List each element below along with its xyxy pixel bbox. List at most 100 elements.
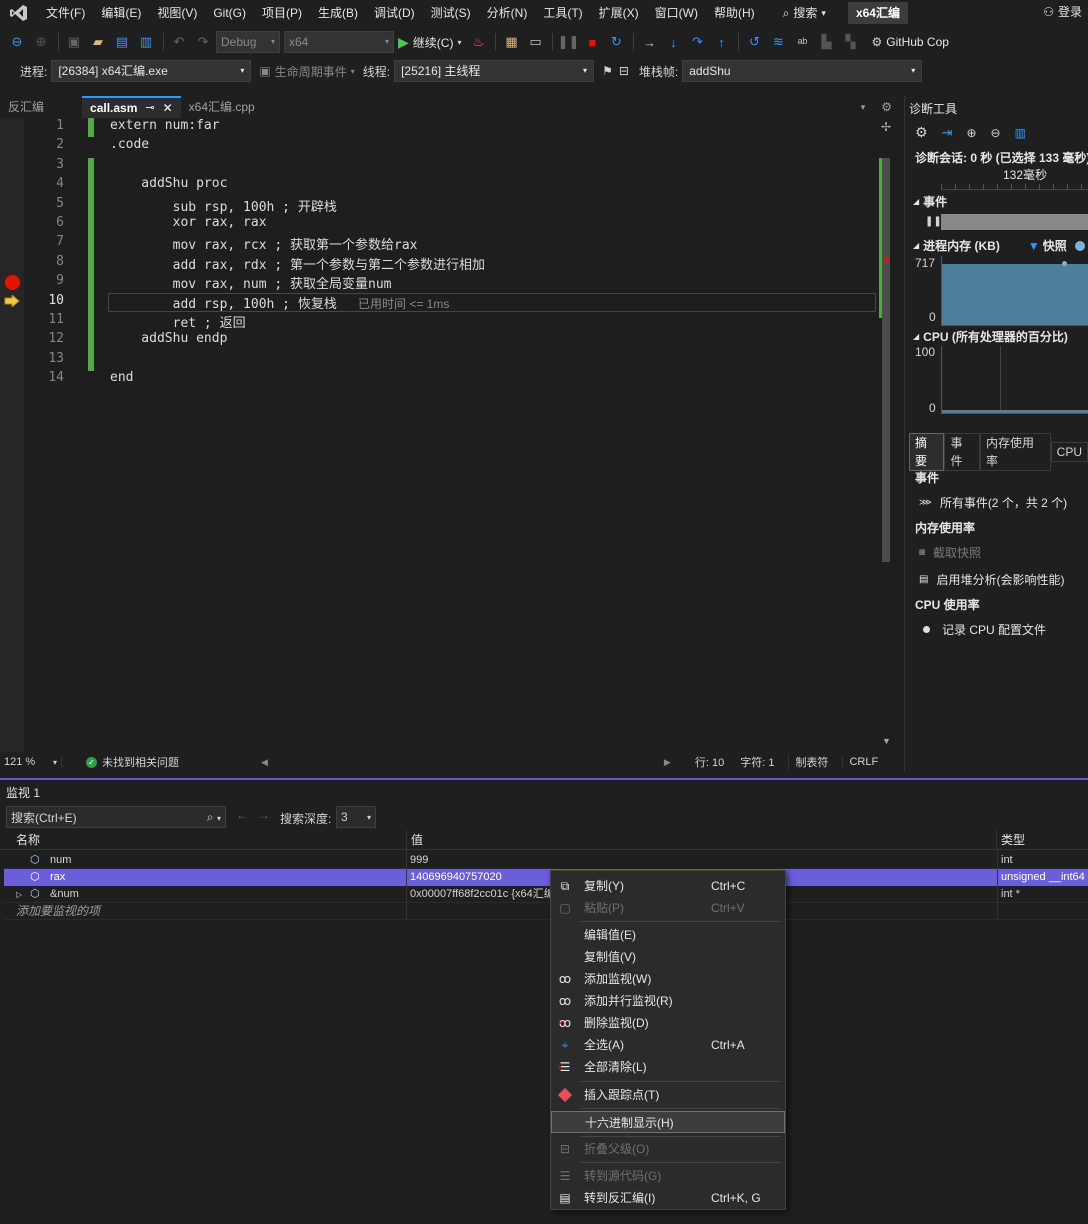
watch-row[interactable]: ▷ ⬡ &num 0x00007ff68f2cc01c {x64汇编.exe!n… — [4, 886, 1088, 903]
watch-search-input[interactable]: 搜索(Ctrl+E) — [11, 809, 77, 826]
step-into-icon[interactable]: ↓ — [662, 31, 684, 53]
take-snapshot-button[interactable]: ◙ 截取快照 — [919, 544, 981, 561]
tab-cpu[interactable]: CPU — [1050, 442, 1088, 462]
export-icon[interactable]: ⇥ — [942, 125, 953, 141]
uncomment-icon[interactable]: ▚ — [839, 31, 861, 53]
menu-tools[interactable]: 工具(T) — [535, 0, 590, 26]
search-forward-icon[interactable]: → — [258, 808, 270, 822]
watch-value[interactable]: 999 — [410, 852, 428, 869]
char-indicator[interactable]: 字符: 1 — [740, 754, 774, 770]
watch-search-box[interactable]: 搜索(Ctrl+E) ⌕ ▾ — [6, 806, 226, 828]
code-line[interactable]: 11 ret ; 返回 — [24, 312, 874, 331]
zoom-in-icon[interactable]: ⊕ — [966, 126, 976, 140]
code-line[interactable]: 3 — [24, 157, 874, 176]
breakpoint-icon[interactable] — [5, 275, 20, 290]
layout-icon[interactable]: ▭ — [524, 31, 546, 53]
menu-file[interactable]: 文件(F) — [38, 0, 93, 26]
zoom-select[interactable]: 121 % ▾ — [0, 756, 62, 768]
expand-icon[interactable]: ▷ — [16, 886, 22, 903]
step-back-icon[interactable]: ↺ — [743, 31, 765, 53]
watch-row-selected[interactable]: ⬡ rax 140696940757020 unsigned __int64 — [4, 869, 1088, 886]
code-line[interactable]: 4 addShu proc — [24, 176, 874, 195]
code-line[interactable]: 7 mov rax, rcx ; 获取第一个参数给rax — [24, 234, 874, 253]
search-icon[interactable]: ⌕ ▾ — [207, 810, 221, 825]
tab-indicator[interactable]: 制表符 — [788, 754, 828, 770]
flag-icon[interactable]: ⚑ — [602, 64, 613, 78]
close-icon[interactable]: ✕ — [163, 99, 173, 117]
record-cpu-button[interactable]: 记录 CPU 配置文件 — [919, 621, 1046, 638]
forward-icon[interactable]: ⊕ — [30, 31, 52, 53]
thread-select[interactable]: [25216] 主线程 ▾ — [394, 60, 595, 82]
redo-icon[interactable]: ↷ — [192, 31, 214, 53]
pause-icon[interactable]: ❚❚ — [925, 216, 942, 227]
stop-icon[interactable]: ■ — [581, 31, 603, 53]
tab-settings[interactable]: ⚙ — [873, 96, 900, 118]
col-value-header[interactable]: 值 — [406, 830, 423, 850]
threads-icon[interactable]: ≋ — [767, 31, 789, 53]
menu-goto-source[interactable]: ☰ 转到源代码(G) — [551, 1165, 785, 1187]
menu-view[interactable]: 视图(V) — [149, 0, 205, 26]
tab-events[interactable]: 事件 — [944, 433, 980, 471]
menu-window[interactable]: 窗口(W) — [647, 0, 706, 26]
cpu-chart[interactable] — [941, 346, 1088, 414]
menu-edit[interactable]: 编辑(E) — [93, 0, 149, 26]
watch-row[interactable]: ⬡ num 999 int — [4, 852, 1088, 869]
global-search-button[interactable]: ⌕ 搜索 ▾ — [775, 2, 834, 24]
tab-summary[interactable]: 摘要 — [909, 433, 945, 471]
code-line[interactable]: 14 end — [24, 370, 874, 389]
undo-icon[interactable]: ↶ — [168, 31, 190, 53]
menu-goto-disassembly[interactable]: ▤ 转到反汇编(I) Ctrl+K, G — [551, 1187, 785, 1209]
filter-icon[interactable]: ⊟ — [619, 64, 629, 78]
code-line[interactable]: 9 mov rax, num ; 获取全局变量num — [24, 273, 874, 292]
issues-indicator[interactable]: ✓ 未找到相关问题 — [86, 754, 179, 770]
lifecycle-events-button[interactable]: ▣ 生命周期事件 ▾ — [259, 63, 354, 80]
reset-zoom-icon[interactable]: ▥ — [1015, 126, 1026, 140]
save-icon[interactable]: ▤ — [111, 31, 133, 53]
menu-select-all[interactable]: ⌖ 全选(A) Ctrl+A — [551, 1034, 785, 1056]
pin-icon[interactable]: ⊸ — [145, 99, 154, 117]
memory-chart[interactable] — [941, 256, 1088, 326]
eol-indicator[interactable]: CRLF — [842, 756, 878, 768]
menu-project[interactable]: 项目(P) — [254, 0, 310, 26]
perf-tip[interactable]: 已用时间 <= 1ms — [358, 295, 449, 312]
code-line[interactable]: 2 .code — [24, 137, 874, 156]
chevron-down-icon[interactable]: ▼ — [882, 736, 891, 746]
menu-git[interactable]: Git(G) — [205, 0, 254, 26]
all-events-link[interactable]: ⋙ 所有事件(2 个，共 2 个) — [919, 494, 1067, 511]
step-out-icon[interactable]: ↑ — [710, 31, 732, 53]
code-line[interactable]: 5 sub rsp, 100h ; 开辟栈 — [24, 196, 874, 215]
menu-analyze[interactable]: 分析(N) — [479, 0, 536, 26]
browse-icon[interactable]: ▦ — [500, 31, 522, 53]
watch-value[interactable]: 140696940757020 — [410, 869, 502, 886]
pause-icon[interactable]: ❚❚ — [557, 31, 580, 53]
stack-frame-select[interactable]: addShu ▾ — [682, 60, 923, 82]
github-copilot-button[interactable]: ⚙ GitHub Cop — [871, 35, 948, 49]
process-select[interactable]: [26384] x64汇编.exe ▾ — [51, 60, 252, 82]
code-line[interactable]: 13 — [24, 351, 874, 370]
comment-icon[interactable]: ▙ — [815, 31, 837, 53]
tab-x64-cpp[interactable]: x64汇编.cpp — [181, 96, 263, 118]
restart-icon[interactable]: ↻ — [605, 31, 627, 53]
add-watch-hint[interactable]: 添加要监视的项 — [16, 903, 100, 920]
menu-hex-display[interactable]: 十六进制显示(H) — [551, 1111, 785, 1133]
menu-copy-value[interactable]: 复制值(V) — [551, 946, 785, 968]
menu-delete-watch[interactable]: ✕ ꝏ 删除监视(D) — [551, 1012, 785, 1034]
login-button[interactable]: ⚇ 登录 — [1043, 3, 1082, 20]
menu-help[interactable]: 帮助(H) — [706, 0, 763, 26]
tab-memory[interactable]: 内存使用率 — [979, 433, 1051, 471]
scroll-left-icon[interactable]: ◀ — [261, 757, 268, 768]
tab-call-asm[interactable]: call.asm ⊸ ✕ — [82, 96, 181, 118]
show-next-statement-icon[interactable]: → — [638, 31, 660, 53]
code-editor[interactable]: 1 extern num:far 2 .code 3 4 addShu proc 5 sub… — [0, 118, 900, 752]
menu-test[interactable]: 测试(S) — [423, 0, 479, 26]
spellcheck-icon[interactable]: ᵃᵇ — [791, 31, 813, 53]
continue-button[interactable]: ▶ 继续(C) ▾ — [398, 34, 461, 51]
add-watch-row[interactable]: 添加要监视的项 — [4, 903, 1088, 920]
step-over-icon[interactable]: ↷ — [686, 31, 708, 53]
menu-clear-all[interactable]: ✕ ☰ 全部清除(L) — [551, 1056, 785, 1078]
search-back-icon[interactable]: ← — [236, 808, 248, 822]
events-header[interactable]: ◢ 事件 — [913, 193, 947, 210]
line-indicator[interactable]: 行: 10 — [695, 754, 724, 770]
tab-list-dropdown[interactable]: ▾ — [853, 96, 874, 118]
new-project-icon[interactable]: ▣ — [63, 31, 85, 53]
